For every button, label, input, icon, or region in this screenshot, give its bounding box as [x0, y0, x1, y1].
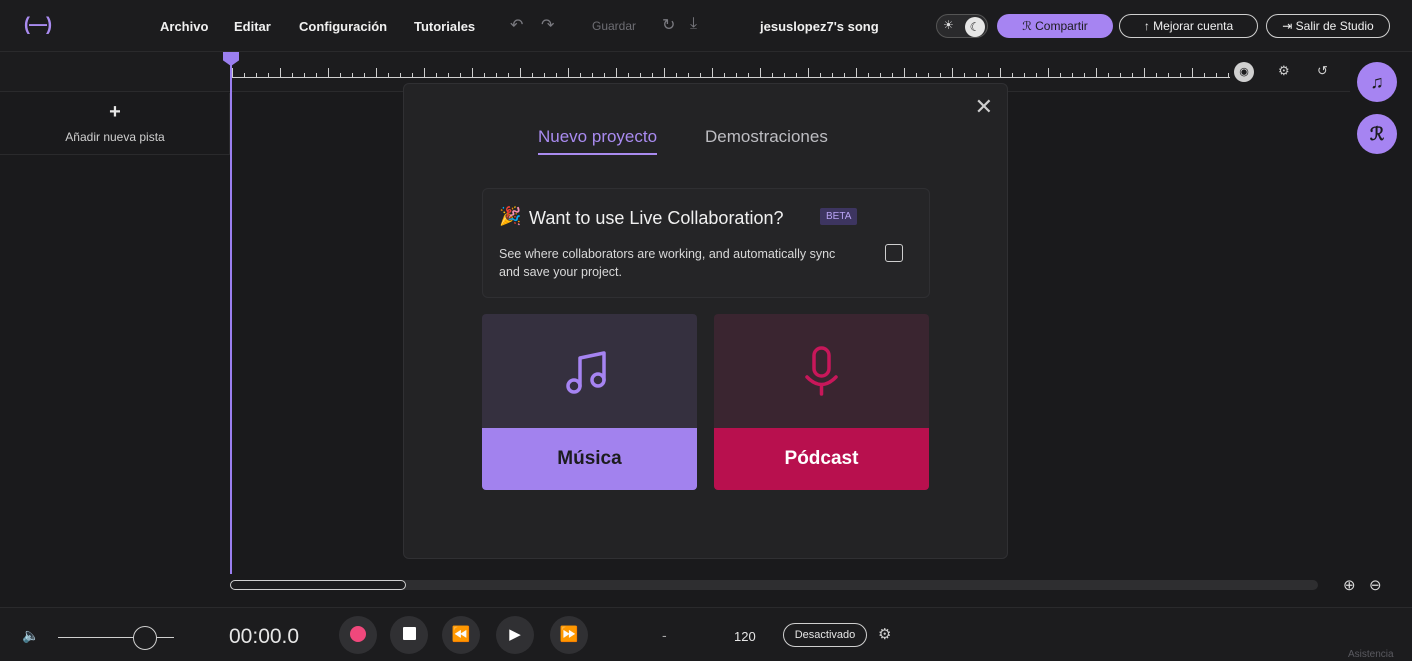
record-button[interactable]: [339, 616, 377, 654]
collab-icon: ℛ: [1369, 124, 1385, 144]
collab-title: Want to use Live Collaboration?: [529, 208, 784, 228]
song-title[interactable]: jesuslopez7's song: [760, 19, 879, 34]
music-note-icon: [566, 351, 606, 394]
party-icon: 🎉: [499, 206, 522, 226]
theme-toggle[interactable]: ☀ ☾: [936, 14, 988, 38]
ruler-major-ticks: [232, 66, 1230, 78]
playhead-line: [230, 62, 232, 574]
forward-button[interactable]: ⏩: [550, 616, 588, 654]
redo-icon[interactable]: ↷: [541, 15, 554, 35]
menu-configuracion[interactable]: Configuración: [299, 19, 387, 34]
zoom-in-icon[interactable]: ⊕: [1343, 576, 1356, 594]
microphone-icon: [805, 346, 838, 396]
exit-icon: ⇥: [1282, 19, 1293, 33]
metronome-toggle[interactable]: Desactivado: [783, 623, 867, 647]
gear-icon[interactable]: ⚙: [878, 625, 891, 643]
beta-badge: BETA: [820, 208, 858, 225]
volume-slider-knob[interactable]: [133, 626, 157, 650]
close-icon[interactable]: ✕: [975, 94, 993, 120]
rewind-button[interactable]: ⏪: [442, 616, 480, 654]
stop-button[interactable]: [390, 616, 428, 654]
play-button[interactable]: ▶: [496, 616, 534, 654]
collab-checkbox[interactable]: [885, 244, 903, 262]
horizontal-scrollbar[interactable]: [230, 580, 1318, 590]
key-display[interactable]: -: [662, 627, 667, 643]
live-collab-panel: 🎉 Want to use Live Collaboration? BETA S…: [482, 188, 930, 298]
record-icon: [350, 625, 366, 642]
exit-studio-button[interactable]: ⇥ Salir de Studio: [1266, 14, 1390, 38]
collab-description: See where collaborators are working, and…: [499, 247, 836, 279]
menu-editar[interactable]: Editar: [234, 19, 271, 34]
plus-icon: +: [109, 101, 121, 123]
exit-label: Salir de Studio: [1295, 19, 1374, 33]
stop-icon: [402, 627, 416, 641]
loop-icon[interactable]: ↺: [1317, 63, 1328, 79]
play-icon: ▶: [509, 626, 521, 643]
assist-link[interactable]: Asistencia: [1348, 649, 1394, 660]
fast-forward-icon: ⏩: [559, 626, 579, 643]
transport-bar: 🔈 00:00.0 ⏪ ▶ ⏩ - 120 Desactivado ⚙ Asis…: [0, 607, 1412, 661]
time-display: 00:00.0: [229, 625, 300, 648]
snap-icon[interactable]: ◉: [1234, 62, 1254, 82]
ruler-settings-icon[interactable]: ⚙: [1278, 63, 1290, 79]
music-note-fab[interactable]: ♫: [1357, 62, 1397, 102]
upgrade-button[interactable]: ↑ Mejorar cuenta: [1119, 14, 1258, 38]
podcast-card-label: Pódcast: [714, 428, 929, 490]
undo-icon[interactable]: ↶: [510, 15, 523, 35]
share-button[interactable]: ℛ Compartir: [997, 14, 1113, 38]
music-card[interactable]: Música: [482, 314, 697, 490]
bpm-display[interactable]: 120: [734, 629, 756, 644]
rewind-icon: ⏪: [451, 626, 471, 643]
collab-icon: ℛ: [1022, 19, 1032, 33]
add-track-button[interactable]: + Añadir nueva pista: [0, 93, 230, 155]
refresh-icon[interactable]: ↻: [662, 15, 675, 35]
music-card-label: Música: [482, 428, 697, 490]
volume-icon[interactable]: 🔈: [22, 627, 39, 644]
podcast-card[interactable]: Pódcast: [714, 314, 929, 490]
top-bar: (—) Archivo Editar Configuración Tutoria…: [0, 0, 1412, 52]
tab-demostraciones[interactable]: Demostraciones: [705, 127, 828, 147]
music-note-icon: ♫: [1370, 72, 1384, 92]
sun-icon: ☀: [943, 18, 954, 32]
moon-icon: ☾: [965, 17, 985, 37]
menu-archivo[interactable]: Archivo: [160, 19, 208, 34]
logo[interactable]: (—): [24, 14, 52, 35]
zoom-out-icon[interactable]: ⊖: [1369, 576, 1382, 594]
collab-fab[interactable]: ℛ: [1357, 114, 1397, 154]
new-project-modal: ✕ Nuevo proyecto Demostraciones 🎉 Want t…: [403, 83, 1008, 559]
menu-tutoriales[interactable]: Tutoriales: [414, 19, 475, 34]
share-label: Compartir: [1035, 19, 1088, 33]
download-icon[interactable]: ⤓: [690, 15, 697, 33]
add-track-label: Añadir nueva pista: [65, 130, 165, 144]
tab-nuevo-proyecto[interactable]: Nuevo proyecto: [538, 127, 658, 155]
save-button[interactable]: Guardar: [592, 19, 636, 33]
scrollbar-thumb[interactable]: [230, 580, 406, 590]
